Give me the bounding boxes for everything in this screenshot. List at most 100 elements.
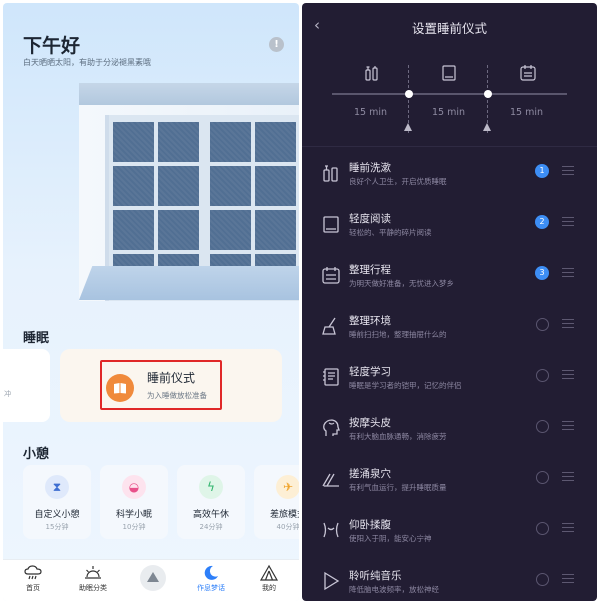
sunrise-icon xyxy=(85,566,101,579)
toiletries-icon xyxy=(365,66,378,81)
drag-handle-icon[interactable] xyxy=(562,574,574,583)
greeting-title: 下午好 xyxy=(23,35,81,57)
duration-label: 15 min xyxy=(354,107,388,118)
drag-handle-icon[interactable] xyxy=(562,166,574,175)
toiletries-icon xyxy=(323,165,338,182)
item-name: 整理环境 xyxy=(349,315,391,327)
book-icon xyxy=(106,374,134,402)
order-badge[interactable]: 2 xyxy=(535,215,549,229)
item-desc: 良好个人卫生，开启优质睡眠 xyxy=(349,177,447,186)
book-icon xyxy=(323,216,339,233)
timeline-drag-handle[interactable] xyxy=(404,123,412,131)
drag-handle-icon[interactable] xyxy=(562,370,574,379)
broom-icon xyxy=(322,317,336,335)
nap-card-efficient[interactable]: ϟ 高效午休 24分钟 xyxy=(177,465,245,539)
item-desc: 睡眠是学习者的铠甲，记忆的伴侣 xyxy=(349,381,462,390)
ritual-card-subtitle: 为入睡做放松准备 xyxy=(147,391,207,400)
timeline-node xyxy=(484,90,492,98)
partial-card-text: 冲 xyxy=(4,390,11,398)
select-circle[interactable] xyxy=(536,420,549,433)
tab-label: 我的 xyxy=(262,584,276,592)
tab-profile[interactable]: 我的 xyxy=(241,560,297,601)
item-name: 轻度阅读 xyxy=(349,213,391,225)
ritual-item[interactable]: 整理环境 睡前扫扫地，整理抽屉什么的 xyxy=(302,307,597,358)
select-circle[interactable] xyxy=(536,522,549,535)
order-badge[interactable]: 1 xyxy=(535,164,549,178)
nap-card-travel[interactable]: ✈ 差旅模式 40分钟 xyxy=(254,465,299,539)
ritual-settings-screen: ‹ 设置睡前仪式 15 min 15 min 15 min 睡前洗漱 良好个人卫… xyxy=(302,3,597,601)
lightning-icon: ϟ xyxy=(199,475,223,499)
tab-sleep-aid[interactable]: 助眠分类 xyxy=(65,560,121,601)
item-desc: 有利大脑血脉通畅，消除疲劳 xyxy=(349,432,447,441)
item-name: 整理行程 xyxy=(349,264,391,276)
notebook-icon xyxy=(323,368,339,386)
calendar-icon xyxy=(520,65,536,81)
item-name: 聆听纯音乐 xyxy=(349,570,402,582)
duration-label: 15 min xyxy=(432,107,466,118)
drag-handle-icon[interactable] xyxy=(562,319,574,328)
partial-sleep-card[interactable]: 冲 xyxy=(3,349,50,422)
ritual-item[interactable]: 聆听纯音乐 降低脑电波频率，放松神经 xyxy=(302,562,597,601)
info-icon[interactable]: ! xyxy=(269,37,284,52)
select-circle[interactable] xyxy=(536,318,549,331)
ritual-item[interactable]: 整理行程 为明天做好准备，无忧进入梦乡 3 xyxy=(302,256,597,307)
nap-card-custom[interactable]: ⧗ 自定义小憩 15分钟 xyxy=(23,465,91,539)
timeline-track xyxy=(332,93,567,95)
nap-duration: 24分钟 xyxy=(199,523,223,531)
item-name: 仰卧揉腹 xyxy=(349,519,391,531)
ritual-item[interactable]: 按摩头皮 有利大脑血脉通畅，消除疲劳 xyxy=(302,409,597,460)
greeting-subtitle: 白天晒晒太阳，有助于分泌褪黑素哦 xyxy=(23,58,151,67)
item-name: 轻度学习 xyxy=(349,366,391,378)
drag-handle-icon[interactable] xyxy=(562,472,574,481)
item-desc: 睡前扫扫地，整理抽屉什么的 xyxy=(349,330,447,339)
ritual-item[interactable]: 轻度学习 睡眠是学习者的铠甲，记忆的伴侣 xyxy=(302,358,597,409)
item-desc: 轻松的、平静的碎片阅读 xyxy=(349,228,432,237)
cloud-rain-icon xyxy=(24,565,42,580)
divider xyxy=(302,146,597,147)
select-circle[interactable] xyxy=(536,369,549,382)
ritual-item[interactable]: 轻度阅读 轻松的、平静的碎片阅读 2 xyxy=(302,205,597,256)
window-ledge xyxy=(79,266,299,300)
ritual-item[interactable]: 仰卧揉腹 使阳入于阴，能安心宁神 xyxy=(302,511,597,562)
nap-duration: 40分钟 xyxy=(276,523,299,531)
nap-name: 高效午休 xyxy=(192,510,229,520)
screenshot-canvas: 下午好 白天晒晒太阳，有助于分泌褪黑素哦 ! 睡眠 冲 睡前仪式 为入睡做放松准… xyxy=(0,0,600,604)
tab-label: 作息梦话 xyxy=(197,584,225,592)
sleep-section-title: 睡眠 xyxy=(23,331,50,346)
item-desc: 为明天做好准备，无忧进入梦乡 xyxy=(349,279,454,288)
ritual-item[interactable]: 睡前洗漱 良好个人卫生，开启优质睡眠 1 xyxy=(302,154,597,205)
tab-schedule[interactable]: 作息梦话 xyxy=(183,560,239,601)
nap-name: 科学小眠 xyxy=(115,510,152,520)
drag-handle-icon[interactable] xyxy=(562,268,574,277)
moon-icon xyxy=(204,565,218,580)
item-name: 睡前洗漱 xyxy=(349,162,391,174)
item-desc: 有利气血运行，提升睡眠质量 xyxy=(349,483,447,492)
ritual-item[interactable]: 搓涌泉穴 有利气血运行，提升睡眠质量 xyxy=(302,460,597,511)
select-circle[interactable] xyxy=(536,471,549,484)
order-badge[interactable]: 3 xyxy=(535,266,549,280)
page-title: 设置睡前仪式 xyxy=(411,21,487,36)
hourglass-icon: ⧗ xyxy=(45,475,69,499)
timeline-drag-handle[interactable] xyxy=(483,123,491,131)
duration-label: 15 min xyxy=(510,107,544,118)
center-play-button[interactable] xyxy=(140,565,166,591)
nap-card-science[interactable]: ◒ 科学小眠 10分钟 xyxy=(100,465,168,539)
select-circle[interactable] xyxy=(536,573,549,586)
item-desc: 使阳入于阴，能安心宁神 xyxy=(349,534,432,543)
tab-home[interactable]: 首页 xyxy=(5,560,61,601)
calendar-icon xyxy=(322,267,340,284)
drag-handle-icon[interactable] xyxy=(562,217,574,226)
nap-name: 自定义小憩 xyxy=(34,510,80,520)
ritual-card-title: 睡前仪式 xyxy=(147,371,196,385)
nap-section-title: 小憩 xyxy=(23,447,50,462)
drag-handle-icon[interactable] xyxy=(562,421,574,430)
drag-handle-icon[interactable] xyxy=(562,523,574,532)
item-name: 按摩头皮 xyxy=(349,417,391,429)
home-screen: 下午好 白天晒晒太阳，有助于分泌褪黑素哦 ! 睡眠 冲 睡前仪式 为入睡做放松准… xyxy=(3,3,299,601)
nap-name: 差旅模式 xyxy=(269,510,299,520)
tab-label: 首页 xyxy=(26,584,40,592)
item-desc: 降低脑电波频率，放松神经 xyxy=(349,585,439,594)
tent-icon xyxy=(259,564,279,581)
music-icon xyxy=(324,571,340,591)
head-icon xyxy=(323,419,340,436)
